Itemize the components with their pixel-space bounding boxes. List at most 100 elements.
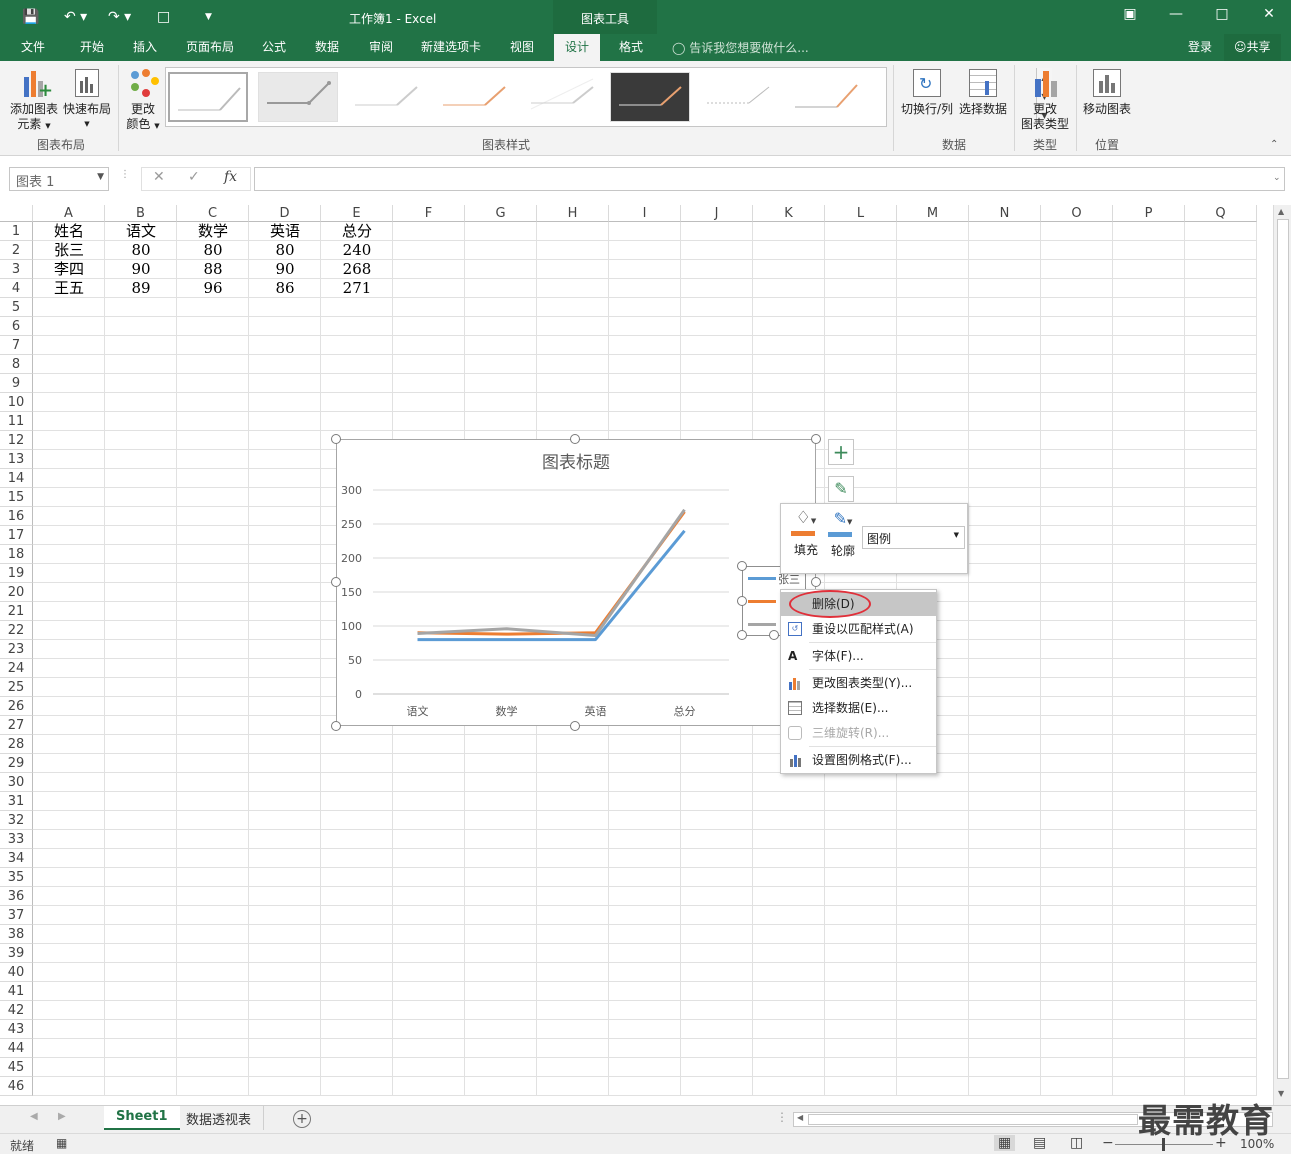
column-header[interactable]: K	[753, 205, 825, 222]
table-cell[interactable]: 张三	[33, 241, 105, 260]
table-cell[interactable]: 姓名	[33, 222, 105, 241]
row-header[interactable]: 32	[0, 811, 33, 830]
vertical-scroll-thumb[interactable]	[1277, 219, 1289, 1079]
table-cell[interactable]: 80	[249, 241, 321, 260]
vertical-scrollbar[interactable]: ▲ ▼	[1273, 205, 1291, 1105]
row-header[interactable]: 20	[0, 583, 33, 602]
tab-format[interactable]: 格式	[619, 39, 643, 55]
menu-item-format-legend[interactable]: 设置图例格式(F)...	[781, 748, 936, 772]
row-header[interactable]: 33	[0, 830, 33, 849]
tab-page-layout[interactable]: 页面布局	[186, 39, 234, 55]
column-header[interactable]: E	[321, 205, 393, 222]
chart-styles-button[interactable]: ✎	[828, 476, 854, 502]
row-header[interactable]: 28	[0, 735, 33, 754]
maximize-icon[interactable]: □	[1207, 6, 1237, 22]
row-header[interactable]: 29	[0, 754, 33, 773]
column-header[interactable]: C	[177, 205, 249, 222]
row-header[interactable]: 11	[0, 412, 33, 431]
row-header[interactable]: 24	[0, 659, 33, 678]
row-header[interactable]: 6	[0, 317, 33, 336]
close-icon[interactable]: ✕	[1254, 6, 1284, 22]
chart-styles-gallery[interactable]: ▲▼▼	[165, 67, 1052, 127]
minimize-icon[interactable]: —	[1161, 6, 1191, 22]
formula-input[interactable]	[254, 167, 1285, 191]
menu-item-reset-style[interactable]: ↺ 重设以匹配样式(A)	[781, 617, 936, 641]
row-header[interactable]: 34	[0, 849, 33, 868]
redo-icon[interactable]: ↷ ▾	[108, 8, 131, 26]
row-header[interactable]: 46	[0, 1077, 33, 1096]
add-chart-element-button[interactable]: + 添加图表 元素 ▼	[8, 65, 60, 134]
row-header[interactable]: 19	[0, 564, 33, 583]
row-header[interactable]: 14	[0, 469, 33, 488]
select-data-button[interactable]: 选择数据	[956, 65, 1010, 117]
row-header[interactable]: 15	[0, 488, 33, 507]
outline-button[interactable]: ✎▼ 轮廓	[828, 510, 858, 559]
tab-design[interactable]: 设计	[554, 34, 601, 61]
row-header[interactable]: 25	[0, 678, 33, 697]
row-header[interactable]: 9	[0, 374, 33, 393]
tab-new[interactable]: 新建选项卡	[421, 39, 481, 55]
table-cell[interactable]: 80	[105, 241, 177, 260]
table-cell[interactable]: 英语	[249, 222, 321, 241]
column-header[interactable]: F	[393, 205, 465, 222]
row-header[interactable]: 17	[0, 526, 33, 545]
column-header[interactable]: O	[1041, 205, 1113, 222]
row-header[interactable]: 4	[0, 279, 33, 298]
macro-record-icon[interactable]: ▦	[56, 1136, 67, 1150]
row-header[interactable]: 13	[0, 450, 33, 469]
chart-style-5[interactable]	[522, 72, 602, 122]
login-link[interactable]: 登录	[1188, 39, 1212, 55]
row-header[interactable]: 42	[0, 1001, 33, 1020]
resize-handle[interactable]	[570, 434, 580, 444]
row-header[interactable]: 31	[0, 792, 33, 811]
column-header[interactable]: P	[1113, 205, 1185, 222]
move-chart-button[interactable]: 移动图表	[1080, 65, 1134, 117]
row-header[interactable]: 2	[0, 241, 33, 260]
select-all-corner[interactable]	[0, 205, 33, 222]
chart-style-3[interactable]	[346, 72, 426, 122]
fill-button[interactable]: ♢▼ 填充	[791, 510, 821, 558]
table-cell[interactable]: 80	[177, 241, 249, 260]
column-header[interactable]: I	[609, 205, 681, 222]
row-header[interactable]: 3	[0, 260, 33, 279]
chart-style-1[interactable]	[168, 72, 248, 122]
expand-formula-icon[interactable]: ⌄	[1273, 173, 1281, 183]
chart-style-7[interactable]	[698, 72, 778, 122]
column-header[interactable]: D	[249, 205, 321, 222]
row-header[interactable]: 22	[0, 621, 33, 640]
row-header[interactable]: 26	[0, 697, 33, 716]
tab-home[interactable]: 开始	[80, 39, 104, 55]
table-cell[interactable]: 271	[321, 279, 393, 298]
collapse-ribbon-icon[interactable]: ⌃	[1270, 139, 1278, 150]
column-header[interactable]: G	[465, 205, 537, 222]
table-cell[interactable]: 88	[177, 260, 249, 279]
zoom-out-icon[interactable]: −	[1102, 1135, 1114, 1151]
row-header[interactable]: 10	[0, 393, 33, 412]
menu-item-font[interactable]: A 字体(F)...	[781, 644, 936, 668]
chart-style-8[interactable]	[786, 72, 866, 122]
menu-item-select-data[interactable]: 选择数据(E)...	[781, 696, 936, 720]
table-cell[interactable]: 90	[105, 260, 177, 279]
horizontal-scroll-thumb[interactable]	[808, 1114, 1138, 1125]
ribbon-display-icon[interactable]: ▣	[1115, 6, 1145, 22]
new-file-icon[interactable]: □	[157, 8, 170, 26]
row-header[interactable]: 45	[0, 1058, 33, 1077]
table-cell[interactable]: 语文	[105, 222, 177, 241]
row-header[interactable]: 8	[0, 355, 33, 374]
insert-function-icon[interactable]: fx	[224, 169, 237, 185]
column-header[interactable]: A	[33, 205, 105, 222]
row-header[interactable]: 37	[0, 906, 33, 925]
row-header[interactable]: 35	[0, 868, 33, 887]
legend-handle[interactable]	[737, 596, 747, 606]
row-header[interactable]: 41	[0, 982, 33, 1001]
resize-handle[interactable]	[331, 577, 341, 587]
change-chart-type-button[interactable]: 更改 图表类型	[1018, 65, 1072, 132]
row-header[interactable]: 16	[0, 507, 33, 526]
legend-handle[interactable]	[769, 630, 779, 640]
change-colors-button[interactable]: 更改 颜色 ▼	[122, 65, 164, 134]
legend-handle[interactable]	[811, 577, 821, 587]
add-sheet-icon[interactable]: +	[293, 1110, 311, 1128]
cancel-icon[interactable]: ✕	[153, 169, 165, 185]
resize-handle[interactable]	[811, 434, 821, 444]
scroll-left-icon[interactable]: ◀	[797, 1113, 803, 1122]
